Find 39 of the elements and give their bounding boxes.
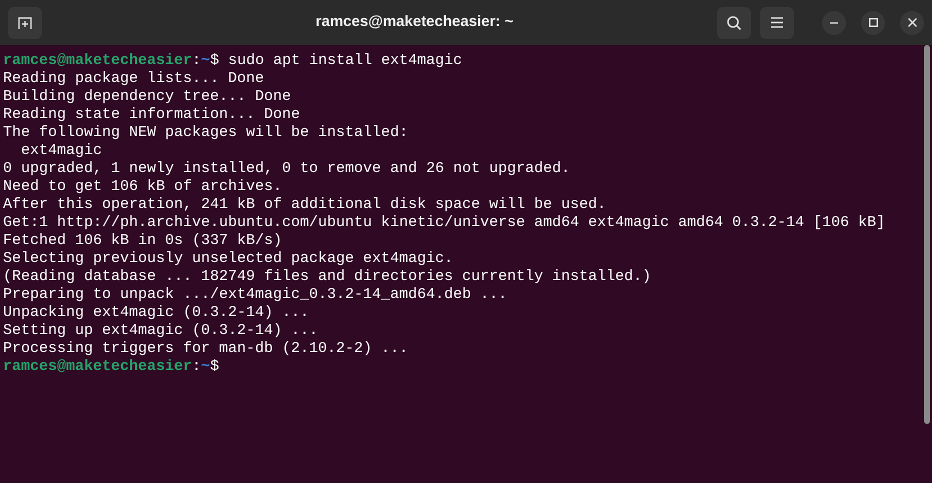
prompt-colon: : xyxy=(192,52,202,69)
output-line: Selecting previously unselected package ext4magic. xyxy=(3,250,454,268)
output-line: Unpacking ext4magic (0.3.2-14) ... xyxy=(3,304,310,322)
output-line: Building dependency tree... Done xyxy=(3,88,292,106)
close-button[interactable] xyxy=(900,10,924,34)
command-text: sudo apt install ext4magic xyxy=(228,52,462,69)
prompt-user: ramces@maketecheasier xyxy=(3,52,192,69)
search-icon xyxy=(726,14,742,30)
output-line: The following NEW packages will be installed: xyxy=(3,124,410,142)
output-line: 0 upgraded, 1 newly installed, 0 to remove and 26 not upgraded. xyxy=(3,160,572,178)
output-line: Fetched 106 kB in 0s (337 kB/s) xyxy=(3,232,284,250)
maximize-icon xyxy=(868,18,878,27)
prompt-path: ~ xyxy=(201,358,210,375)
prompt-colon: : xyxy=(192,358,202,375)
output-line: (Reading database ... 182749 files and directories currently installed.) xyxy=(3,268,652,286)
close-icon xyxy=(908,18,916,27)
minimize-icon xyxy=(830,22,838,24)
window-title: ramces@maketecheasier: ~ xyxy=(316,12,514,32)
prompt-symbol: $ xyxy=(210,52,220,69)
search-button[interactable] xyxy=(717,6,751,38)
maximize-button[interactable] xyxy=(861,10,885,34)
prompt-symbol: $ xyxy=(210,358,220,375)
new-tab-icon xyxy=(17,14,33,30)
scrollbar[interactable] xyxy=(924,45,930,424)
menu-button[interactable] xyxy=(760,6,794,38)
minimize-button[interactable] xyxy=(822,10,846,34)
output-line: Preparing to unpack .../ext4magic_0.3.2-14_amd64.deb ... xyxy=(3,286,508,304)
output-line: Reading state information... Done xyxy=(3,106,302,124)
output-line: ext4magic xyxy=(20,142,104,160)
output-line: Reading package lists... Done xyxy=(3,70,266,88)
output-line: Processing triggers for man-db (2.10.2-2) ... xyxy=(3,340,410,358)
new-tab-button[interactable] xyxy=(8,6,42,38)
menu-icon xyxy=(771,17,783,28)
output-line: Need to get 106 kB of archives. xyxy=(3,178,284,196)
prompt-path: ~ xyxy=(201,52,210,69)
prompt-user: ramces@maketecheasier xyxy=(3,358,192,375)
output-line: Setting up ext4magic (0.3.2-14) ... xyxy=(3,322,320,340)
output-line: After this operation, 241 kB of additional disk space will be used. xyxy=(3,196,608,214)
output-line: Get:1 http://ph.archive.ubuntu.com/ubuntu kinetic/universe amd64 ext4magic amd64 0.3.2-14 [106 kB] xyxy=(3,214,886,232)
